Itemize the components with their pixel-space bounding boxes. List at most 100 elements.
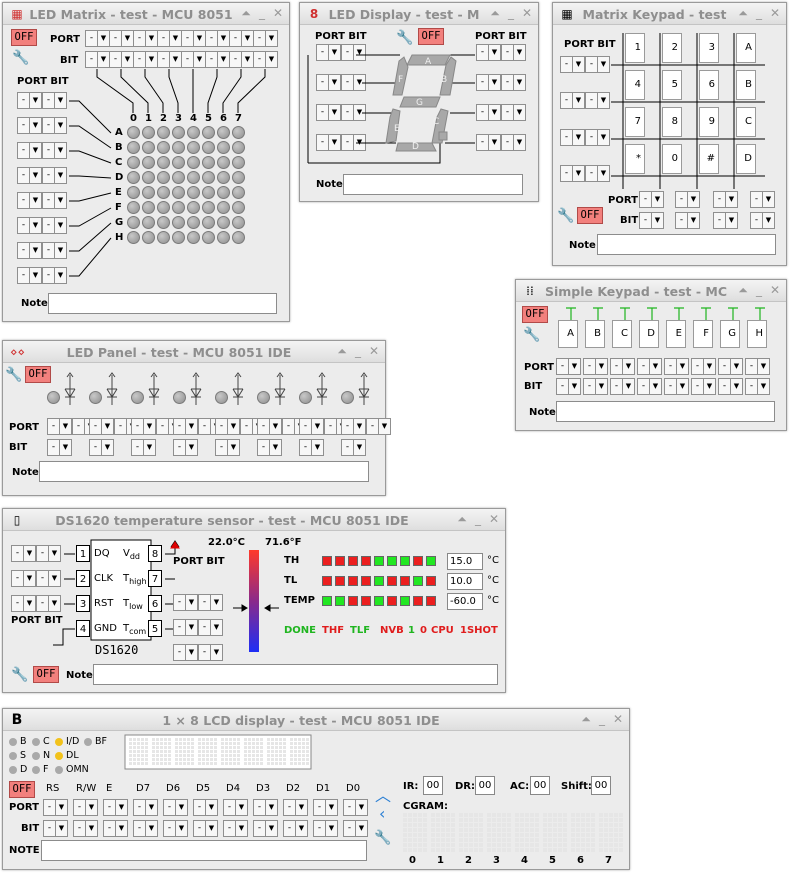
left-pin-1-port-arrow[interactable]: ▼: [23, 570, 36, 587]
key-D[interactable]: D: [736, 144, 756, 174]
column-bit-3-arrow[interactable]: ▼: [762, 212, 775, 229]
pin-bit-6-arrow[interactable]: ▼: [235, 820, 248, 837]
wrench-icon[interactable]: 🔧: [374, 829, 392, 847]
key-C[interactable]: C: [612, 320, 632, 348]
right-pin-3-port-arrow[interactable]: ▼: [185, 644, 198, 661]
key-8[interactable]: 8: [662, 107, 682, 137]
column-port-3-arrow[interactable]: ▼: [762, 191, 775, 208]
register-value[interactable]: 00: [475, 776, 495, 795]
note-field[interactable]: [93, 664, 498, 685]
pin-port-0-arrow[interactable]: ▼: [55, 799, 68, 816]
led-bit-1-arrow[interactable]: ▼: [101, 439, 114, 456]
key-port-4-arrow[interactable]: ▼: [676, 358, 689, 375]
pin-port-2-arrow[interactable]: ▼: [115, 799, 128, 816]
left-pin-0-port-arrow[interactable]: ▼: [23, 545, 36, 562]
led-bit-4-arrow[interactable]: ▼: [227, 439, 240, 456]
right-pin-1-bit-arrow[interactable]: ▼: [210, 594, 223, 611]
key-port-6-arrow[interactable]: ▼: [730, 358, 743, 375]
key-bit-0-arrow[interactable]: ▼: [568, 378, 581, 395]
pin-port-9-arrow[interactable]: ▼: [325, 799, 338, 816]
register-value[interactable]: 00: [530, 776, 550, 795]
register-value[interactable]: 00: [591, 776, 611, 795]
key-2[interactable]: 2: [662, 33, 682, 63]
key-A[interactable]: A: [736, 33, 756, 63]
key-port-2-arrow[interactable]: ▼: [622, 358, 635, 375]
pin-port-8-arrow[interactable]: ▼: [295, 799, 308, 816]
column-bit-2-arrow[interactable]: ▼: [725, 212, 738, 229]
note-field[interactable]: [48, 293, 277, 314]
led-5-port-arrow[interactable]: ▼: [269, 418, 282, 435]
pin-bit-0-arrow[interactable]: ▼: [55, 820, 68, 837]
wrench-icon[interactable]: 🔧: [557, 207, 575, 225]
key-4[interactable]: 4: [625, 70, 645, 100]
pin-bit-4-arrow[interactable]: ▼: [175, 820, 188, 837]
key-port-3-arrow[interactable]: ▼: [649, 358, 662, 375]
pin-bit-3-arrow[interactable]: ▼: [145, 820, 158, 837]
right-pin-2-bit-arrow[interactable]: ▼: [210, 619, 223, 636]
pin-bit-8-arrow[interactable]: ▼: [295, 820, 308, 837]
pin-port-3-arrow[interactable]: ▼: [145, 799, 158, 816]
shift-up-icon[interactable]: ︿: [375, 782, 391, 806]
led-bit-0-arrow[interactable]: ▼: [59, 439, 72, 456]
column-bit-1-arrow[interactable]: ▼: [687, 212, 700, 229]
pin-port-1-arrow[interactable]: ▼: [85, 799, 98, 816]
pin-bit-9-arrow[interactable]: ▼: [325, 820, 338, 837]
key-E[interactable]: E: [666, 320, 686, 348]
key-*[interactable]: *: [625, 144, 645, 174]
note-field[interactable]: [41, 840, 367, 861]
right-pin-2-port-arrow[interactable]: ▼: [185, 619, 198, 636]
led-bit-7-arrow[interactable]: ▼: [353, 439, 366, 456]
note-field[interactable]: [597, 234, 776, 255]
pin-port-5-arrow[interactable]: ▼: [205, 799, 218, 816]
key-3[interactable]: 3: [699, 33, 719, 63]
led-bit-5-arrow[interactable]: ▼: [269, 439, 282, 456]
register-value[interactable]: 15.0: [447, 553, 483, 570]
power-off-button[interactable]: OFF: [33, 666, 59, 683]
key-port-0-arrow[interactable]: ▼: [568, 358, 581, 375]
note-field[interactable]: [343, 174, 523, 195]
key-H[interactable]: H: [747, 320, 767, 348]
pin-bit-1-arrow[interactable]: ▼: [85, 820, 98, 837]
pin-port-7-arrow[interactable]: ▼: [265, 799, 278, 816]
pin-bit-10-arrow[interactable]: ▼: [355, 820, 368, 837]
key-bit-7-arrow[interactable]: ▼: [757, 378, 770, 395]
led-7-port-arrow[interactable]: ▼: [353, 418, 366, 435]
key-9[interactable]: 9: [699, 107, 719, 137]
pin-port-6-arrow[interactable]: ▼: [235, 799, 248, 816]
key-port-7-arrow[interactable]: ▼: [757, 358, 770, 375]
key-B[interactable]: B: [585, 320, 605, 348]
key-bit-6-arrow[interactable]: ▼: [730, 378, 743, 395]
column-port-0-arrow[interactable]: ▼: [651, 191, 664, 208]
pin-bit-2-arrow[interactable]: ▼: [115, 820, 128, 837]
led-2-port-arrow[interactable]: ▼: [143, 418, 156, 435]
led-4-port-arrow[interactable]: ▼: [227, 418, 240, 435]
register-value[interactable]: 10.0: [447, 573, 483, 590]
key-C[interactable]: C: [736, 107, 756, 137]
right-pin-3-bit-arrow[interactable]: ▼: [210, 644, 223, 661]
key-7[interactable]: 7: [625, 107, 645, 137]
power-off-button[interactable]: OFF: [577, 207, 603, 224]
left-pin-0-bit-arrow[interactable]: ▼: [48, 545, 61, 562]
led-bit-6-arrow[interactable]: ▼: [311, 439, 324, 456]
key-port-1-arrow[interactable]: ▼: [595, 358, 608, 375]
key-6[interactable]: 6: [699, 70, 719, 100]
led-0-port-arrow[interactable]: ▼: [59, 418, 72, 435]
pin-port-4-arrow[interactable]: ▼: [175, 799, 188, 816]
key-bit-2-arrow[interactable]: ▼: [622, 378, 635, 395]
led-bit-3-arrow[interactable]: ▼: [185, 439, 198, 456]
left-pin-2-bit-arrow[interactable]: ▼: [48, 595, 61, 612]
left-pin-1-bit-arrow[interactable]: ▼: [48, 570, 61, 587]
note-field[interactable]: [39, 461, 369, 482]
key-1[interactable]: 1: [625, 33, 645, 63]
pin-port-10-arrow[interactable]: ▼: [355, 799, 368, 816]
power-off-button[interactable]: OFF: [9, 781, 35, 798]
led-6-port-arrow[interactable]: ▼: [311, 418, 324, 435]
register-value[interactable]: -60.0: [447, 593, 483, 610]
column-port-2-arrow[interactable]: ▼: [725, 191, 738, 208]
key-bit-5-arrow[interactable]: ▼: [703, 378, 716, 395]
key-A[interactable]: A: [558, 320, 578, 348]
column-port-1-arrow[interactable]: ▼: [687, 191, 700, 208]
key-B[interactable]: B: [736, 70, 756, 100]
right-pin-1-port-arrow[interactable]: ▼: [185, 594, 198, 611]
shift-left-icon[interactable]: ‹: [379, 804, 385, 823]
